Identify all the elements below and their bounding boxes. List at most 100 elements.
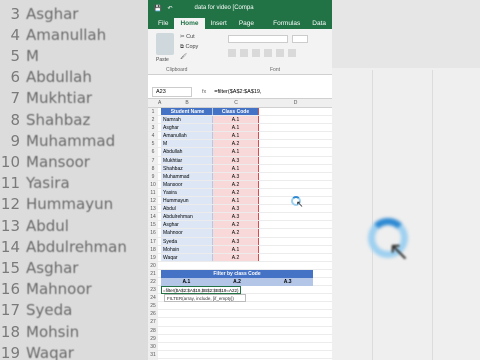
cell[interactable] [259, 318, 332, 325]
row-number[interactable]: 3 [148, 124, 158, 132]
student-name-cell[interactable]: Mahnoor [161, 229, 213, 237]
select-all-corner[interactable] [148, 99, 158, 107]
student-name-cell[interactable] [161, 335, 213, 342]
tab-page-layout[interactable]: Page Layout [233, 18, 267, 38]
student-name-cell[interactable]: Mohsin [161, 245, 213, 253]
class-code-cell[interactable] [213, 335, 259, 342]
student-name-cell[interactable]: Mukhtiar [161, 156, 213, 164]
filter-column-header[interactable]: A.3 [262, 278, 314, 287]
border-button[interactable] [264, 49, 272, 57]
italic-button[interactable] [240, 49, 248, 57]
row-number[interactable]: 16 [148, 229, 158, 237]
cell[interactable] [259, 286, 332, 293]
row-number[interactable]: 24 [148, 294, 158, 302]
class-code-cell[interactable]: A.2 [213, 253, 259, 261]
class-code-cell[interactable]: A.3 [213, 213, 259, 221]
class-code-cell[interactable] [213, 262, 259, 269]
row-number[interactable]: 26 [148, 310, 158, 318]
row-number[interactable]: 6 [148, 148, 158, 156]
row-number[interactable]: 15 [148, 221, 158, 229]
filter-column-header[interactable]: A.1 [161, 278, 212, 287]
tab-file[interactable]: File [152, 18, 174, 29]
row-number[interactable]: 13 [148, 205, 158, 213]
cell[interactable] [259, 132, 332, 139]
column-header-c[interactable]: C [213, 99, 259, 107]
cell[interactable] [259, 173, 332, 180]
formula-input[interactable]: =filter($A$2:$A$19, [214, 89, 261, 95]
row-number[interactable]: 4 [148, 132, 158, 140]
row-number[interactable]: 8 [148, 164, 158, 172]
student-name-cell[interactable]: Asghar [161, 221, 213, 229]
cell[interactable] [259, 327, 332, 334]
cell[interactable] [259, 140, 332, 147]
bold-button[interactable] [228, 49, 236, 57]
row-number[interactable]: 11 [148, 188, 158, 197]
class-code-cell[interactable] [213, 351, 259, 358]
row-number[interactable]: 30 [148, 342, 158, 350]
student-name-cell[interactable]: Abdulrehman [161, 213, 213, 221]
student-name-cell[interactable]: Student Name [161, 108, 213, 116]
student-name-cell[interactable] [161, 343, 213, 350]
cell[interactable] [259, 157, 332, 164]
cell[interactable] [259, 246, 332, 253]
student-name-cell[interactable]: Syeda [161, 237, 213, 245]
student-name-cell[interactable] [161, 327, 213, 334]
underline-button[interactable] [252, 49, 260, 57]
row-number[interactable]: 20 [148, 261, 158, 269]
class-code-cell[interactable]: A.2 [213, 188, 259, 197]
student-name-cell[interactable]: Hummayun [161, 197, 213, 205]
class-code-cell[interactable]: A.1 [213, 245, 259, 253]
row-number[interactable]: 22 [148, 277, 158, 286]
fx-icon[interactable]: fx [202, 89, 206, 95]
cell[interactable] [259, 294, 332, 301]
row-number[interactable]: 1 [148, 108, 158, 116]
cut-button[interactable]: ✂ Cut [180, 34, 195, 40]
cell[interactable] [259, 310, 332, 317]
fill-color-button[interactable] [276, 49, 284, 57]
class-code-cell[interactable]: A.2 [213, 180, 259, 188]
font-name-dropdown[interactable] [228, 35, 288, 43]
cell[interactable] [259, 221, 332, 228]
class-code-cell[interactable]: A.3 [213, 237, 259, 245]
tab-data[interactable]: Data [306, 18, 332, 29]
student-name-cell[interactable] [161, 310, 213, 317]
row-number[interactable]: 25 [148, 302, 158, 310]
row-number[interactable]: 23 [148, 286, 158, 294]
student-name-cell[interactable]: Abdullah [161, 148, 213, 156]
cell[interactable] [259, 238, 332, 245]
save-icon[interactable]: 💾 [154, 5, 161, 12]
row-number[interactable]: 14 [148, 213, 158, 221]
cell[interactable] [259, 124, 332, 131]
row-number[interactable]: 10 [148, 180, 158, 188]
row-number[interactable]: 5 [148, 140, 158, 148]
row-number[interactable]: 21 [148, 269, 158, 277]
cell[interactable] [259, 335, 332, 342]
cell[interactable] [259, 302, 332, 309]
font-color-button[interactable] [288, 49, 296, 57]
class-code-cell[interactable]: Class Code [213, 108, 259, 116]
undo-icon[interactable]: ↶ [167, 5, 172, 12]
class-code-cell[interactable]: A.1 [213, 197, 259, 205]
tab-insert[interactable]: Insert [205, 18, 233, 29]
row-number[interactable]: 12 [148, 197, 158, 205]
cell[interactable] [259, 254, 332, 261]
column-header-d[interactable]: D [259, 99, 332, 107]
filter-formula-cell[interactable]: =filter($A$2:$A$19,$B$2:$B$19=A22) [161, 286, 241, 295]
student-name-cell[interactable] [161, 318, 213, 325]
row-number[interactable]: 31 [148, 350, 158, 358]
student-name-cell[interactable]: Waqar [161, 253, 213, 261]
row-number[interactable]: 9 [148, 172, 158, 180]
class-code-cell[interactable]: A.2 [213, 140, 259, 148]
cell[interactable] [259, 343, 332, 350]
paste-button[interactable]: Paste [156, 57, 169, 63]
student-name-cell[interactable]: Mansoor [161, 180, 213, 188]
row-number[interactable]: 29 [148, 334, 158, 342]
row-number[interactable]: 19 [148, 253, 158, 261]
class-code-cell[interactable]: A.3 [213, 156, 259, 164]
class-code-cell[interactable] [213, 343, 259, 350]
class-code-cell[interactable]: A.1 [213, 164, 259, 172]
student-name-cell[interactable] [161, 351, 213, 358]
student-name-cell[interactable]: Muhammad [161, 172, 213, 180]
format-painter-icon[interactable]: 🖌 [180, 54, 187, 60]
font-size-dropdown[interactable] [292, 35, 308, 43]
